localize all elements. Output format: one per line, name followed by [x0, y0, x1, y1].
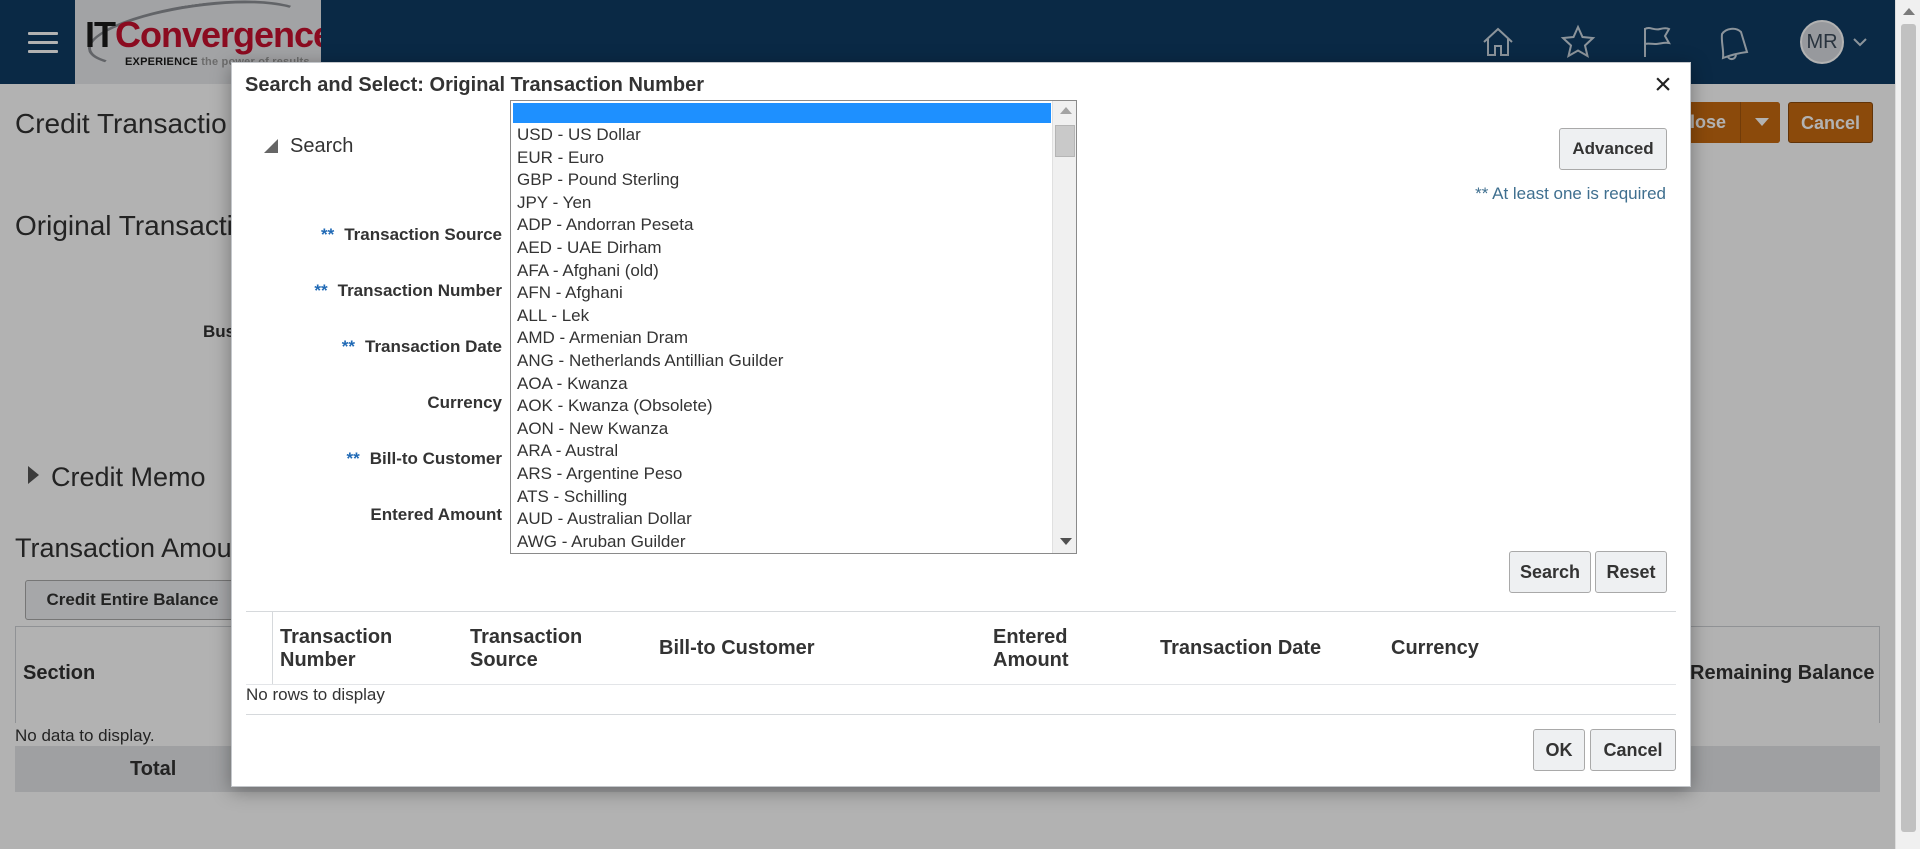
currency-option[interactable]: AED - UAE Dirham: [517, 237, 1047, 260]
currency-option[interactable]: AOK - Kwanza (Obsolete): [517, 395, 1047, 418]
col-bill-to-customer[interactable]: Bill-to Customer: [659, 637, 815, 660]
page-scrollbar-thumb[interactable]: [1901, 24, 1916, 832]
currency-option[interactable]: JPY - Yen: [517, 192, 1047, 215]
currency-option[interactable]: AUD - Australian Dollar: [517, 508, 1047, 531]
col-transaction-source[interactable]: Transaction Source: [470, 626, 582, 672]
transaction-source-label: ** Transaction Source: [320, 225, 502, 244]
currency-option[interactable]: AMD - Armenian Dram: [517, 327, 1047, 350]
advanced-button[interactable]: Advanced: [1559, 128, 1667, 170]
currency-option[interactable]: ALL - Lek: [517, 305, 1047, 328]
results-row-selector-column: [246, 612, 273, 684]
transaction-date-label: ** Transaction Date: [341, 337, 502, 356]
scroll-up-arrow-icon[interactable]: [1903, 8, 1915, 15]
close-icon[interactable]: ×: [1650, 70, 1676, 100]
col-transaction-number[interactable]: Transaction Number: [280, 626, 392, 672]
scroll-down-arrow-icon[interactable]: [1060, 538, 1072, 545]
currency-option[interactable]: ARA - Austral: [517, 440, 1047, 463]
currency-option[interactable]: ANG - Netherlands Antillian Guilder: [517, 350, 1047, 373]
cancel-button[interactable]: Cancel: [1590, 729, 1676, 771]
currency-option[interactable]: AWG - Aruban Guilder: [517, 531, 1047, 553]
search-select-dialog: Search and Select: Original Transaction …: [231, 62, 1691, 787]
currency-option[interactable]: EUR - Euro: [517, 147, 1047, 170]
col-currency[interactable]: Currency: [1391, 637, 1479, 660]
dialog-footer-divider: [246, 714, 1676, 715]
ok-button[interactable]: OK: [1533, 729, 1585, 771]
currency-option[interactable]: USD - US Dollar: [517, 124, 1047, 147]
currency-option[interactable]: ARS - Argentine Peso: [517, 463, 1047, 486]
currency-option[interactable]: AFN - Afghani: [517, 282, 1047, 305]
page-scrollbar[interactable]: [1895, 0, 1920, 849]
col-entered-amount[interactable]: Entered Amount: [993, 626, 1069, 672]
currency-blank-option-selected[interactable]: [513, 103, 1051, 123]
currency-option[interactable]: ADP - Andorran Peseta: [517, 214, 1047, 237]
required-note: ** At least one is required: [1475, 184, 1666, 203]
bill-to-customer-label: ** Bill-to Customer: [346, 449, 502, 468]
search-button[interactable]: Search: [1509, 551, 1591, 593]
currency-option[interactable]: GBP - Pound Sterling: [517, 169, 1047, 192]
currency-list-scroll-thumb[interactable]: [1055, 125, 1075, 157]
transaction-number-label: ** Transaction Number: [314, 281, 502, 300]
reset-button[interactable]: Reset: [1595, 551, 1667, 593]
currency-list-scrollbar[interactable]: [1052, 101, 1076, 553]
currency-option[interactable]: ATS - Schilling: [517, 486, 1047, 509]
results-header-divider: [246, 684, 1676, 685]
currency-option[interactable]: AFA - Afghani (old): [517, 260, 1047, 283]
entered-amount-label: Entered Amount: [370, 505, 502, 524]
search-field-labels: ** Transaction Source ** Transaction Numbe…: [232, 63, 502, 563]
currency-options: USD - US Dollar EUR - Euro GBP - Pound Ste…: [517, 124, 1047, 553]
results-table: Transaction Number Transaction Source Bill…: [246, 611, 1676, 688]
currency-option[interactable]: AON - New Kwanza: [517, 418, 1047, 441]
scroll-up-arrow-icon[interactable]: [1060, 107, 1072, 114]
currency-option[interactable]: AOA - Kwanza: [517, 373, 1047, 396]
col-transaction-date[interactable]: Transaction Date: [1160, 637, 1321, 660]
currency-dropdown-list[interactable]: USD - US Dollar EUR - Euro GBP - Pound Ste…: [510, 100, 1077, 554]
currency-label: Currency: [427, 393, 502, 412]
no-rows-message: No rows to display: [246, 685, 385, 704]
